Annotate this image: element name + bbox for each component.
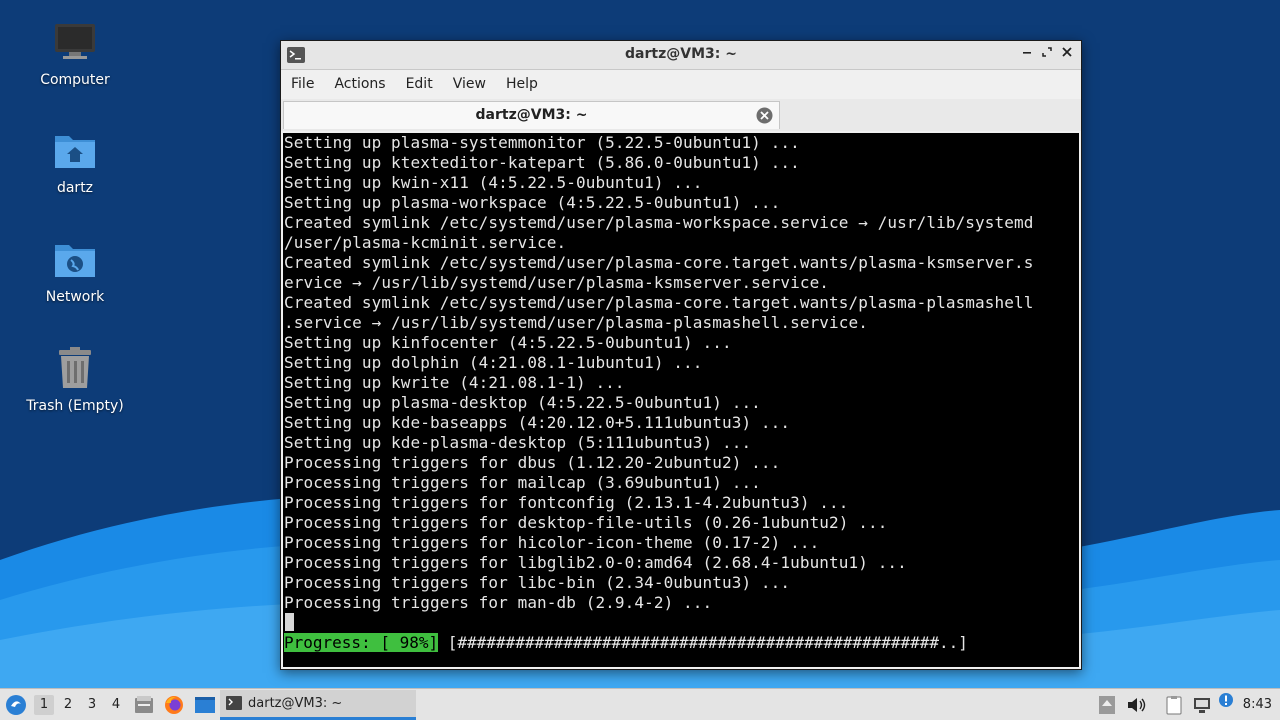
desktop-icon-label: dartz	[56, 180, 94, 196]
terminal-line: ervice → /usr/lib/systemd/user/plasma-ks…	[284, 273, 830, 292]
tab-close-icon[interactable]	[756, 107, 773, 124]
tab-label: dartz@VM3: ~	[475, 107, 588, 123]
clock[interactable]: 8:43	[1243, 697, 1272, 712]
terminal-line: Setting up plasma-desktop (4:5.22.5-0ubu…	[284, 393, 761, 412]
terminal-line: Processing triggers for libc-bin (2.34-0…	[284, 573, 791, 592]
menu-edit[interactable]: Edit	[396, 70, 443, 98]
terminal-line: Processing triggers for hicolor-icon-the…	[284, 533, 820, 552]
task-label: dartz@VM3: ~	[248, 696, 343, 711]
window-title: dartz@VM3: ~	[625, 46, 737, 62]
terminal-line: Processing triggers for man-db (2.9.4-2)…	[284, 593, 713, 612]
menu-view[interactable]: View	[443, 70, 496, 98]
terminal-tab[interactable]: dartz@VM3: ~	[283, 101, 780, 129]
desktop-icon-network[interactable]: Network	[20, 235, 130, 305]
notification-icon[interactable]	[1218, 692, 1236, 714]
close-icon	[1062, 47, 1072, 57]
terminal-line: Processing triggers for mailcap (3.69ubu…	[284, 473, 761, 492]
desktop-icon-trash[interactable]: Trash (Empty)	[20, 344, 130, 414]
workspace-4[interactable]: 4	[106, 695, 126, 715]
terminal-line: Setting up kde-plasma-desktop (5:111ubun…	[284, 433, 752, 452]
taskbar-task-terminal[interactable]: dartz@VM3: ~	[220, 690, 416, 720]
computer-icon	[55, 24, 95, 59]
terminal-lines: Setting up plasma-systemmonitor (5.22.5-…	[284, 133, 1033, 613]
minimize-button[interactable]	[1019, 46, 1035, 62]
menu-file[interactable]: File	[281, 70, 324, 98]
terminal-window[interactable]: dartz@VM3: ~ File Actions Edit View Help dar…	[280, 40, 1082, 670]
taskbar: 1 2 3 4 dartz@VM3: ~ 8:43	[0, 688, 1280, 720]
terminal-line: .service → /usr/lib/systemd/user/plasma-…	[284, 313, 868, 332]
minimize-icon	[1023, 52, 1031, 54]
terminal-line: Processing triggers for fontconfig (2.13…	[284, 493, 849, 512]
clipboard-icon[interactable]	[1164, 695, 1184, 715]
update-notifier-icon[interactable]	[1098, 695, 1116, 715]
terminal-line: Setting up plasma-systemmonitor (5.22.5-…	[284, 133, 800, 152]
terminal-line: Setting up kinfocenter (4:5.22.5-0ubuntu…	[284, 333, 732, 352]
maximize-button[interactable]	[1039, 46, 1055, 62]
terminal-line: Setting up dolphin (4:21.08.1-1ubuntu1) …	[284, 353, 703, 372]
terminal-cursor	[285, 613, 294, 631]
terminal-line: Created symlink /etc/systemd/user/plasma…	[284, 213, 1034, 232]
terminal-line: Setting up kde-baseapps (4:20.12.0+5.111…	[284, 413, 791, 432]
workspace-3[interactable]: 3	[82, 695, 102, 715]
desktop-icon-computer[interactable]: Computer	[20, 18, 130, 88]
workspace-2[interactable]: 2	[58, 695, 78, 715]
network-status-icon[interactable]	[1192, 695, 1212, 715]
terminal-line: Setting up kwin-x11 (4:5.22.5-0ubuntu1) …	[284, 173, 703, 192]
terminal-line: Created symlink /etc/systemd/user/plasma…	[284, 253, 1034, 272]
terminal-line: Setting up plasma-workspace (4:5.22.5-0u…	[284, 193, 781, 212]
terminal-line: /user/plasma-kcminit.service.	[284, 233, 567, 252]
progress-bar-text: [#######################################…	[438, 633, 968, 652]
menu-help[interactable]: Help	[496, 70, 548, 98]
start-menu-icon[interactable]	[5, 694, 27, 716]
volume-icon[interactable]	[1126, 695, 1146, 715]
apt-progress-line: Progress: [ 98%] [######################…	[284, 633, 968, 653]
desktop-icon-label: Computer	[40, 72, 110, 88]
terminal-task-icon	[226, 696, 242, 710]
show-desktop-icon[interactable]	[194, 695, 216, 715]
desktop-icon-home[interactable]: dartz	[20, 126, 130, 196]
workspace-1[interactable]: 1	[34, 695, 54, 715]
terminal-line: Processing triggers for dbus (1.12.20-2u…	[284, 453, 781, 472]
terminal-line: Setting up kwrite (4:21.08.1-1) ...	[284, 373, 625, 392]
progress-label: Progress: [ 98%]	[284, 633, 439, 652]
firefox-icon[interactable]	[164, 695, 184, 715]
maximize-icon	[1042, 47, 1052, 57]
trash-icon	[59, 347, 91, 388]
terminal-line: Processing triggers for libglib2.0-0:amd…	[284, 553, 907, 572]
network-folder-icon	[55, 245, 95, 277]
home-folder-icon	[55, 136, 95, 168]
menu-actions[interactable]: Actions	[324, 70, 395, 98]
window-titlebar[interactable]: dartz@VM3: ~	[281, 41, 1081, 70]
menu-bar: File Actions Edit View Help	[281, 70, 1081, 98]
terminal-line: Processing triggers for desktop-file-uti…	[284, 513, 888, 532]
terminal-output[interactable]: Setting up plasma-systemmonitor (5.22.5-…	[283, 133, 1079, 667]
terminal-line: Created symlink /etc/systemd/user/plasma…	[284, 293, 1034, 312]
tab-bar: dartz@VM3: ~	[281, 99, 1081, 131]
file-manager-icon[interactable]	[134, 695, 154, 715]
terminal-line: Setting up ktexteditor-katepart (5.86.0-…	[284, 153, 800, 172]
close-button[interactable]	[1059, 46, 1075, 62]
desktop-icon-label: Network	[45, 289, 105, 305]
desktop-icon-label: Trash (Empty)	[26, 398, 124, 414]
